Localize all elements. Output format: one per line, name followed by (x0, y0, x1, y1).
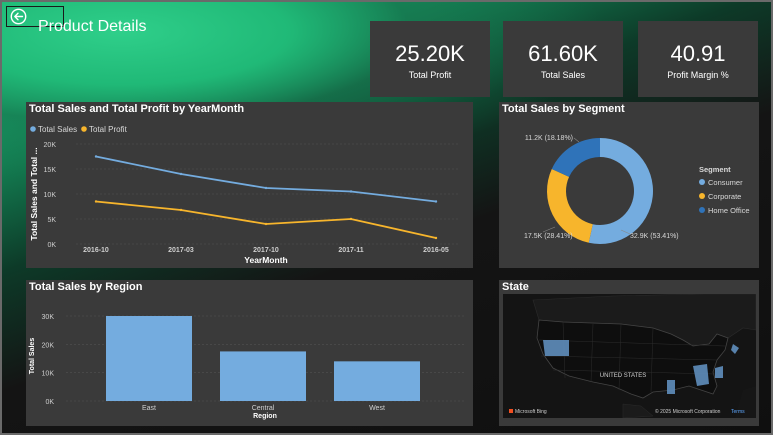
map-panel[interactable]: State UNITED STATES Microsoft Bing © 202… (499, 280, 759, 426)
y-tick-label: 10K (42, 371, 55, 378)
data-point[interactable] (434, 200, 438, 203)
legend-title: Segment (699, 165, 731, 174)
x-axis-label: Region (253, 413, 277, 420)
series-line-sales[interactable] (95, 155, 437, 203)
line-series (94, 155, 438, 240)
data-label-consumer: 32.9K (53.41%) (630, 233, 679, 240)
kpi-card-total-sales[interactable]: 61.60K Total Sales (503, 21, 623, 97)
map-copyright: © 2025 Microsoft Corporation (655, 408, 721, 415)
donut-slice-corporate[interactable] (547, 168, 593, 243)
legend-marker-profit (81, 126, 87, 132)
state-highlight[interactable] (543, 340, 569, 356)
y-tick-label: 20K (44, 142, 57, 149)
report-canvas: Product Details 25.20K Total Profit 61.6… (0, 0, 773, 435)
kpi-value: 25.20K (395, 41, 465, 66)
data-point[interactable] (94, 200, 98, 203)
state-highlight[interactable] (667, 380, 675, 394)
x-tick-label: 2016-10 (83, 247, 109, 254)
y-tick-label: 0K (45, 399, 54, 406)
line-chart: Total Sales Total Profit Total Sales and… (29, 125, 458, 265)
map-country-label: UNITED STATES (600, 373, 646, 379)
data-point[interactable] (434, 236, 438, 240)
legend-marker-sales (30, 126, 36, 132)
y-tick-label: 30K (42, 314, 55, 321)
map-graphic: UNITED STATES Microsoft Bing © 2025 Micr… (503, 294, 756, 418)
y-tick-label: 10K (44, 192, 57, 199)
donut-slice-home-office[interactable] (551, 138, 600, 177)
line-chart-panel[interactable]: Total Sales and Total Profit by YearMont… (26, 102, 473, 268)
data-point[interactable] (179, 208, 183, 212)
donut-chart-panel[interactable]: Total Sales by Segment 11.2K (18.18%) 17… (499, 102, 759, 268)
series-line-profit[interactable] (95, 200, 437, 239)
x-tick-label: 2017-03 (168, 247, 194, 254)
bar-chart: Total Sales Region 0K 10K 20K 30K East Centr… (29, 314, 466, 420)
state-highlight[interactable] (715, 366, 723, 378)
x-tick-label: East (142, 405, 156, 412)
back-arrow-circle-icon (10, 8, 27, 25)
kpi-value: 61.60K (528, 41, 598, 66)
bar-y-ticks: 0K 10K 20K 30K (42, 314, 55, 406)
donut-chart: 11.2K (18.18%) 17.5K (28.41%) 32.9K (53.… (524, 135, 750, 244)
kpi-label: Total Profit (408, 70, 452, 80)
data-point[interactable] (264, 186, 268, 190)
microsoft-logo-icon (509, 409, 513, 413)
legend-marker-home-office (699, 207, 705, 213)
bar-bars (106, 316, 420, 401)
map-view[interactable]: UNITED STATES Microsoft Bing © 2025 Micr… (503, 294, 756, 418)
line-y-ticks: 0K 5K 10K 15K 20K (44, 142, 57, 249)
data-point[interactable] (179, 172, 183, 176)
legend-marker-consumer (699, 179, 705, 185)
x-tick-label: 2016-05 (423, 247, 449, 254)
legend-marker-corporate (699, 193, 705, 199)
data-point[interactable] (349, 190, 353, 193)
bar-central[interactable] (220, 351, 306, 401)
y-axis-label: Total Sales and Total ... (29, 147, 39, 240)
page-title: Product Details (38, 18, 147, 35)
map-terms-link[interactable]: Terms (731, 409, 745, 415)
legend-item-consumer[interactable]: Consumer (708, 178, 743, 187)
y-tick-label: 15K (44, 167, 57, 174)
legend-item-profit[interactable]: Total Profit (89, 125, 128, 134)
bar-east[interactable] (106, 316, 192, 401)
leader-line (573, 137, 580, 143)
data-label-corporate-value: 17.5K (28.41%) (524, 233, 573, 240)
x-tick-label: 2017-11 (338, 247, 363, 254)
line-legend: Total Sales Total Profit (30, 125, 128, 134)
y-axis-label: Total Sales (29, 338, 36, 375)
bar-x-ticks: East Central West (142, 405, 385, 412)
panel-title: State (502, 281, 529, 293)
line-grid (76, 143, 458, 245)
kpi-label: Profit Margin % (667, 70, 729, 80)
kpi-label: Total Sales (540, 70, 586, 80)
data-label-home-office: 11.2K (18.18%) (525, 135, 573, 142)
kpi-card-profit-margin[interactable]: 40.91 Profit Margin % (638, 21, 758, 97)
y-tick-label: 0K (47, 242, 56, 249)
y-tick-label: 5K (47, 217, 56, 224)
leader-line (542, 226, 556, 233)
x-tick-label: 2017-10 (253, 247, 279, 254)
map-brand: Microsoft Bing (515, 409, 547, 415)
line-x-ticks: 2016-10 2017-03 2017-10 2017-11 2016-05 (83, 247, 449, 254)
data-point[interactable] (264, 222, 268, 226)
donut-slices (547, 138, 653, 244)
legend-item-corporate[interactable]: Corporate (708, 192, 741, 201)
x-axis-label: YearMonth (244, 255, 287, 265)
x-tick-label: West (369, 405, 385, 412)
data-point[interactable] (349, 217, 353, 221)
bar-west[interactable] (334, 361, 420, 401)
y-tick-label: 20K (42, 342, 55, 349)
donut-legend: Consumer Corporate Home Office (699, 178, 750, 215)
data-point[interactable] (94, 155, 98, 158)
bar-chart-panel[interactable]: Total Sales by Region Total Sales Region… (26, 280, 473, 426)
legend-item-home-office[interactable]: Home Office (708, 206, 750, 215)
x-tick-label: Central (252, 405, 275, 412)
kpi-value: 40.91 (670, 41, 726, 66)
kpi-card-total-profit[interactable]: 25.20K Total Profit (370, 21, 490, 97)
legend-item-sales[interactable]: Total Sales (38, 125, 77, 134)
